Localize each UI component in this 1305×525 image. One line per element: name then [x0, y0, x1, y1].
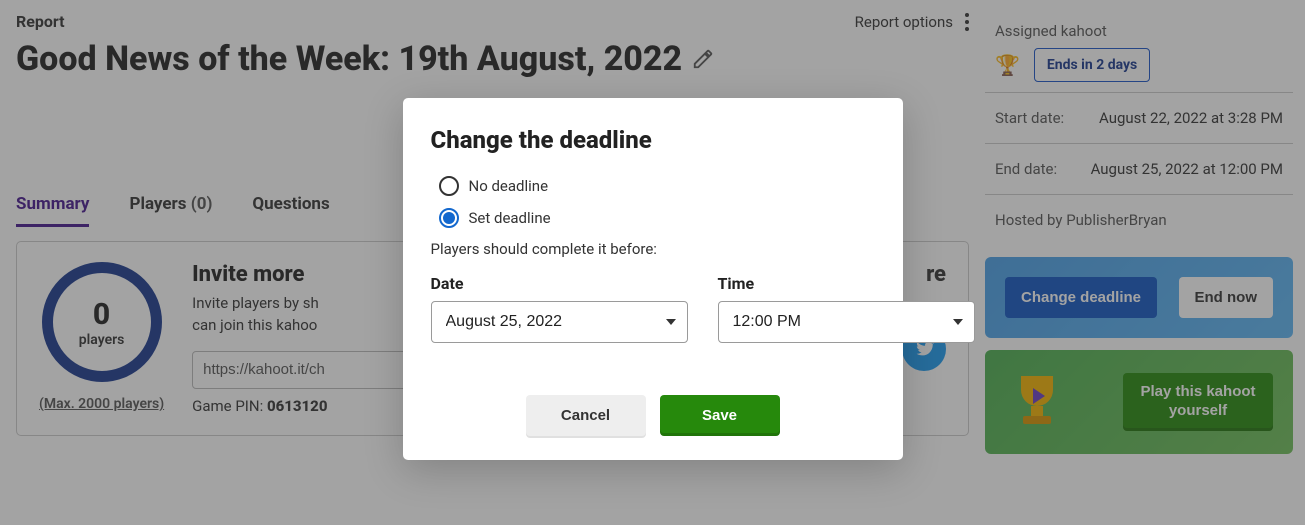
date-field-label: Date [431, 274, 688, 293]
save-button[interactable]: Save [660, 395, 780, 436]
modal-overlay[interactable]: Change the deadline No deadline Set dead… [0, 0, 1305, 525]
radio-icon-selected [439, 208, 459, 228]
date-select[interactable] [431, 301, 688, 343]
time-field-label: Time [718, 274, 975, 293]
radio-set-deadline[interactable]: Set deadline [431, 208, 875, 228]
change-deadline-modal: Change the deadline No deadline Set dead… [403, 98, 903, 460]
cancel-button[interactable]: Cancel [526, 395, 646, 436]
radio-set-deadline-label: Set deadline [469, 209, 551, 227]
modal-hint: Players should complete it before: [431, 240, 875, 258]
radio-no-deadline[interactable]: No deadline [431, 176, 875, 196]
radio-no-deadline-label: No deadline [469, 177, 549, 195]
time-select[interactable] [718, 301, 975, 343]
radio-icon [439, 176, 459, 196]
modal-title: Change the deadline [431, 126, 875, 154]
